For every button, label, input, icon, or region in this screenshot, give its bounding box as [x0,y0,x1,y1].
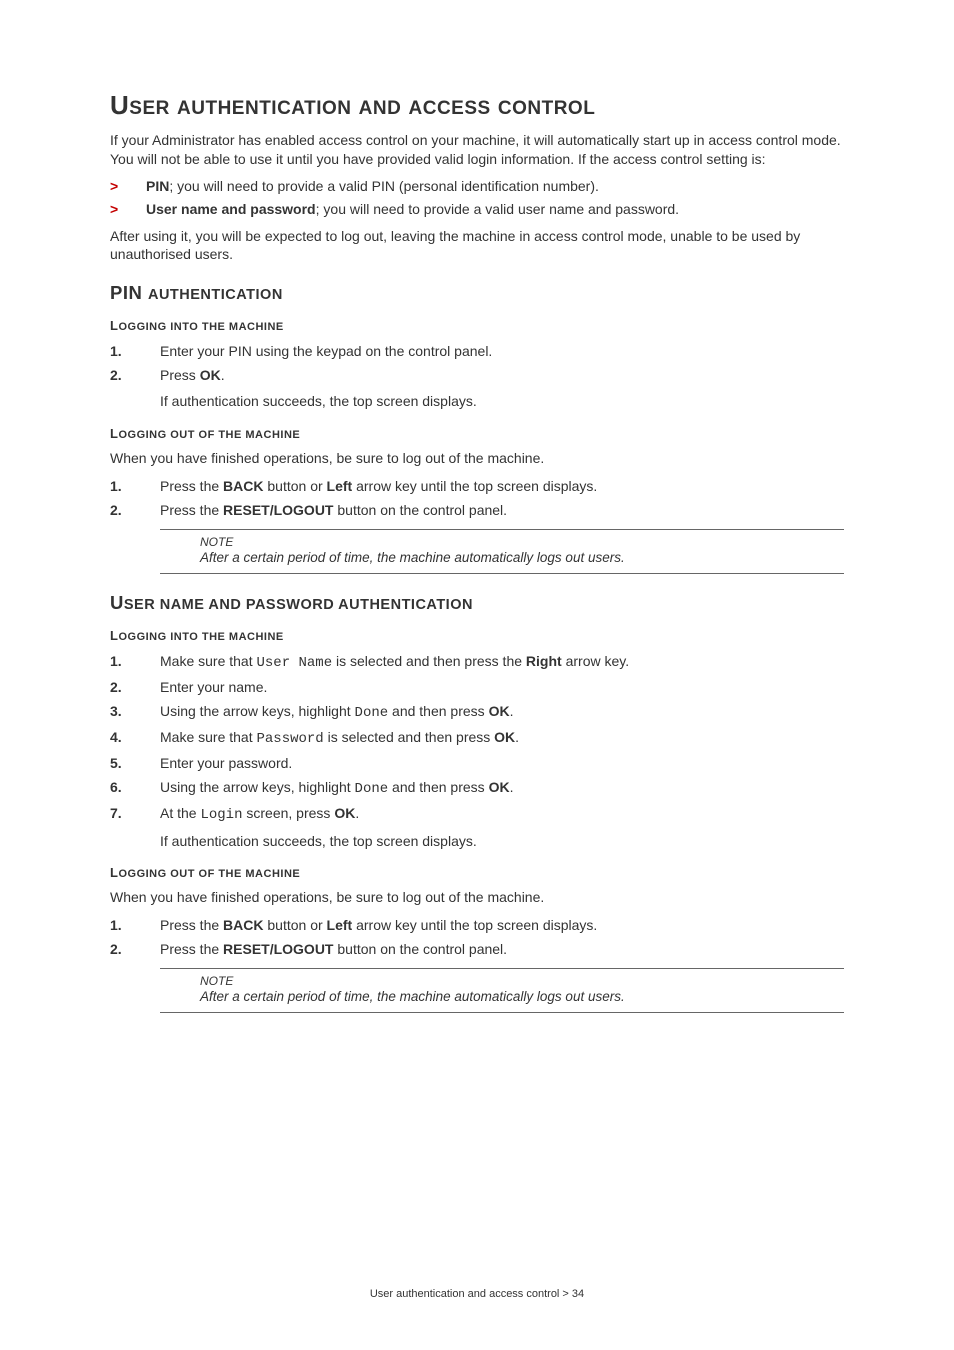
subsection-heading: LOGGING INTO THE MACHINE [110,318,844,333]
chevron-icon: > [110,200,146,219]
mono-text: Done [355,705,389,721]
ordered-list: 1. Make sure that User Name is selected … [110,651,844,826]
bullet-label: User name and password [146,201,316,217]
list-item: 3. Using the arrow keys, highlight Done … [110,701,844,724]
list-item: 2. Enter your name. [110,677,844,698]
bullet-list: > PIN; you will need to provide a valid … [110,177,844,219]
key-label: Right [526,653,562,669]
list-item: 2. Press the RESET/LOGOUT button on the … [110,500,844,521]
list-item: > User name and password; you will need … [110,200,844,219]
subsection-heading: LOGGING OUT OF THE MACHINE [110,865,844,880]
ordered-list: 1. Press the BACK button or Left arrow k… [110,476,844,521]
list-item: 2. Press OK. [110,365,844,386]
intro-paragraph: If your Administrator has enabled access… [110,131,844,169]
bullet-text: ; you will need to provide a valid PIN (… [169,178,599,194]
section-heading-userpw: USER NAME AND PASSWORD AUTHENTICATION [110,592,844,614]
list-item: 2. Press the RESET/LOGOUT button on the … [110,939,844,960]
key-label: Left [327,478,353,494]
paragraph: If authentication succeeds, the top scre… [160,832,844,852]
key-label: OK [494,729,515,745]
section-heading-pin: PIN AUTHENTICATION [110,282,844,304]
mono-text: Done [355,781,389,797]
list-item: 1. Enter your PIN using the keypad on th… [110,341,844,362]
key-label: RESET/LOGOUT [223,941,333,957]
key-label: Left [327,917,353,933]
key-label: OK [200,367,221,383]
paragraph: After using it, you will be expected to … [110,227,844,265]
paragraph: When you have finished operations, be su… [110,449,844,468]
list-item: 1. Make sure that User Name is selected … [110,651,844,674]
key-label: OK [489,703,510,719]
chevron-icon: > [110,177,146,196]
bullet-text: ; you will need to provide a valid user … [316,201,679,217]
note-box: NOTE After a certain period of time, the… [160,529,844,574]
page-title: USER AUTHENTICATION AND ACCESS CONTROL [110,90,844,121]
document-page: USER AUTHENTICATION AND ACCESS CONTROL I… [0,0,954,1350]
paragraph: If authentication succeeds, the top scre… [160,392,844,412]
ordered-list: 1. Enter your PIN using the keypad on th… [110,341,844,386]
bullet-label: PIN [146,178,169,194]
key-label: RESET/LOGOUT [223,502,333,518]
note-label: NOTE [200,535,844,549]
step-text: Enter your password. [160,753,844,774]
subsection-heading: LOGGING OUT OF THE MACHINE [110,426,844,441]
key-label: BACK [223,917,263,933]
note-label: NOTE [200,974,844,988]
key-label: BACK [223,478,263,494]
list-item: 1. Press the BACK button or Left arrow k… [110,915,844,936]
key-label: OK [334,805,355,821]
page-footer: User authentication and access control >… [0,1288,954,1300]
paragraph: When you have finished operations, be su… [110,888,844,907]
list-item: 7. At the Login screen, press OK. [110,803,844,826]
note-text: After a certain period of time, the mach… [200,989,844,1004]
list-item: 6. Using the arrow keys, highlight Done … [110,777,844,800]
key-label: OK [489,779,510,795]
note-box: NOTE After a certain period of time, the… [160,968,844,1013]
mono-text: User Name [257,655,333,671]
mono-text: Password [257,731,324,747]
note-text: After a certain period of time, the mach… [200,550,844,565]
step-text: Enter your name. [160,677,844,698]
list-item: > PIN; you will need to provide a valid … [110,177,844,196]
list-item: 4. Make sure that Password is selected a… [110,727,844,750]
step-text: Enter your PIN using the keypad on the c… [160,341,844,362]
ordered-list: 1. Press the BACK button or Left arrow k… [110,915,844,960]
subsection-heading: LOGGING INTO THE MACHINE [110,628,844,643]
list-item: 5. Enter your password. [110,753,844,774]
list-item: 1. Press the BACK button or Left arrow k… [110,476,844,497]
step-text: Press [160,367,200,383]
mono-text: Login [200,807,242,823]
